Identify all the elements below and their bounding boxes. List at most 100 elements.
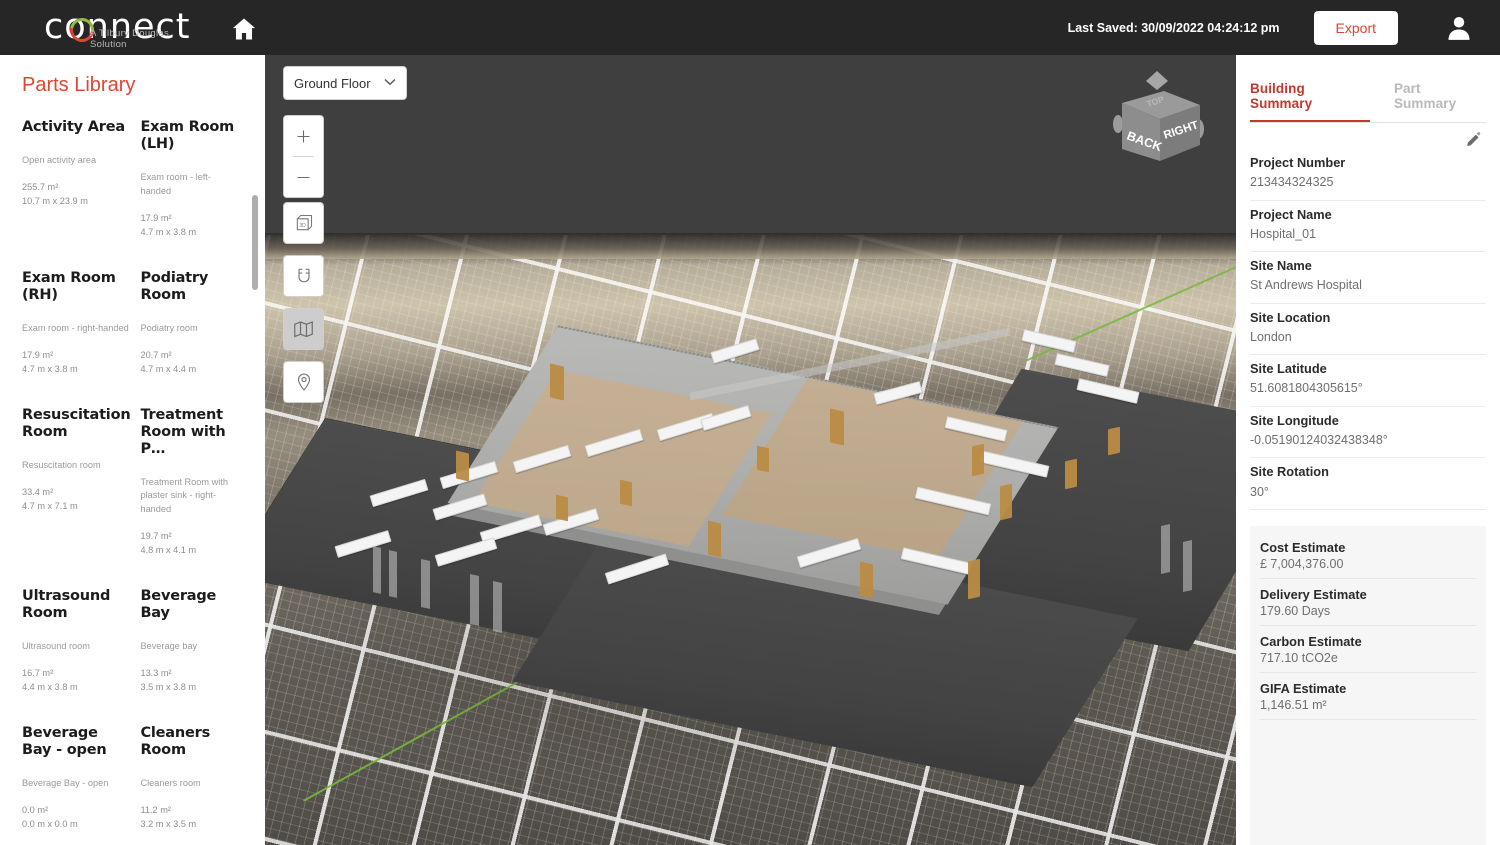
window-pane xyxy=(1161,524,1170,574)
toggle-3d-button[interactable]: 3D xyxy=(284,203,323,243)
part-description: Exam room - right-handed xyxy=(22,322,130,335)
part-dimensions: 4.8 m x 4.1 m xyxy=(140,544,237,558)
door xyxy=(1065,459,1077,490)
top-bar: connect A Tilbury Douglas Solution Last … xyxy=(0,0,1500,55)
field-label: Site Location xyxy=(1250,308,1486,327)
edit-row xyxy=(1250,123,1486,149)
edit-button[interactable] xyxy=(1465,130,1482,147)
part-name: Cleaners Room xyxy=(140,725,237,759)
zoom-out-button[interactable] xyxy=(284,157,323,197)
user-avatar-button[interactable] xyxy=(1444,13,1474,43)
estimate-carbon: Carbon Estimate 717.10 tCO2e xyxy=(1260,626,1476,673)
estimate-value: 1,146.51 m² xyxy=(1260,698,1476,712)
export-button[interactable]: Export xyxy=(1314,11,1398,45)
pin-tool-group xyxy=(283,361,324,403)
part-name: Podiatry Room xyxy=(140,270,237,304)
window-pane xyxy=(470,574,479,626)
zoom-in-icon xyxy=(295,128,312,145)
field-value[interactable]: 30° xyxy=(1250,483,1486,502)
part-dimensions: 4.4 m x 3.8 m xyxy=(22,681,130,695)
part-area: 17.9 m² xyxy=(140,212,237,226)
part-name: Beverage Bay - open xyxy=(22,725,130,759)
estimates-panel: Cost Estimate £ 7,004,376.00 Delivery Es… xyxy=(1250,526,1486,845)
field-value[interactable]: 213434324325 xyxy=(1250,173,1486,192)
window-pane xyxy=(493,581,502,633)
field-value[interactable]: -0.05190124032438348° xyxy=(1250,431,1486,450)
snap-magnet-button[interactable] xyxy=(284,256,323,296)
door xyxy=(708,520,721,557)
parts-library-sidebar: Parts Library Activity Area Open activit… xyxy=(0,55,265,845)
estimate-delivery: Delivery Estimate 179.60 Days xyxy=(1260,579,1476,626)
summary-tabs: Building Summary Part Summary xyxy=(1250,55,1486,123)
part-card[interactable]: Beverage Bay - open Beverage Bay - open … xyxy=(22,717,140,845)
door xyxy=(860,561,873,598)
summary-panel: Building Summary Part Summary Project Nu… xyxy=(1236,55,1500,845)
field-value[interactable]: 51.6081804305615° xyxy=(1250,379,1486,398)
part-description: Treatment Room with plaster sink - right… xyxy=(140,476,237,516)
zoom-in-button[interactable] xyxy=(284,116,323,156)
door xyxy=(968,559,980,600)
app-root: connect A Tilbury Douglas Solution Last … xyxy=(0,0,1500,845)
chevron-down-icon xyxy=(384,77,396,89)
estimate-cost: Cost Estimate £ 7,004,376.00 xyxy=(1260,532,1476,579)
home-icon xyxy=(229,15,259,43)
door xyxy=(1108,427,1120,456)
tab-building-summary[interactable]: Building Summary xyxy=(1250,81,1370,122)
floor-select[interactable]: Ground Floor xyxy=(283,66,407,100)
building-model[interactable] xyxy=(265,55,1236,845)
part-description: Beverage bay xyxy=(140,640,237,653)
field-site-longitude: Site Longitude -0.05190124032438348° xyxy=(1250,407,1486,459)
sidebar-scrollbar-thumb[interactable] xyxy=(252,195,258,290)
field-value[interactable]: London xyxy=(1250,328,1486,347)
field-value[interactable]: Hospital_01 xyxy=(1250,225,1486,244)
part-card[interactable]: Exam Room (RH) Exam room - right-handed … xyxy=(22,262,140,399)
part-dimensions: 10.7 m x 23.9 m xyxy=(22,195,130,209)
magnet-icon xyxy=(294,266,314,286)
sidebar-scrollbar[interactable] xyxy=(252,55,258,845)
last-saved-label: Last Saved: 30/09/2022 04:24:12 pm xyxy=(1068,21,1280,35)
estimate-value: 717.10 tCO2e xyxy=(1260,651,1476,665)
home-button[interactable] xyxy=(229,15,259,43)
door xyxy=(456,450,469,481)
view-cube[interactable]: BACK RIGHT TOP xyxy=(1102,69,1212,169)
part-dimensions: 4.7 m x 7.1 m xyxy=(22,500,130,514)
floor-select-value: Ground Floor xyxy=(294,76,371,91)
part-area: 33.4 m² xyxy=(22,486,130,500)
part-card[interactable]: Cleaners Room Cleaners room 11.2 m² 3.2 … xyxy=(140,717,247,845)
part-card[interactable]: Beverage Bay Beverage bay 13.3 m² 3.5 m … xyxy=(140,580,247,717)
estimate-value: £ 7,004,376.00 xyxy=(1260,557,1476,571)
part-card[interactable]: Exam Room (LH) Exam room - left-handed 1… xyxy=(140,111,247,262)
window-pane xyxy=(1183,540,1192,592)
brand-logo[interactable]: connect A Tilbury Douglas Solution xyxy=(44,10,191,45)
field-label: Site Latitude xyxy=(1250,359,1486,378)
part-card[interactable]: Resuscitation Room Resuscitation room 33… xyxy=(22,399,140,580)
window-pane xyxy=(389,550,397,598)
field-value[interactable]: St Andrews Hospital xyxy=(1250,276,1486,295)
part-area: 13.3 m² xyxy=(140,667,237,681)
location-pin-button[interactable] xyxy=(284,362,323,402)
part-dimensions: 0.0 m x 0.0 m xyxy=(22,818,130,832)
part-card[interactable]: Activity Area Open activity area 255.7 m… xyxy=(22,111,140,262)
part-card[interactable]: Treatment Room with P… Treatment Room wi… xyxy=(140,399,247,580)
field-site-rotation: Site Rotation 30° xyxy=(1250,458,1486,510)
room-label xyxy=(1021,329,1076,353)
part-card[interactable]: Podiatry Room Podiatry room 20.7 m² 4.7 … xyxy=(140,262,247,399)
door xyxy=(620,480,632,507)
top-bar-right: Last Saved: 30/09/2022 04:24:12 pm Expor… xyxy=(1068,11,1500,45)
parts-grid: Activity Area Open activity area 255.7 m… xyxy=(0,97,265,845)
field-project-name: Project Name Hospital_01 xyxy=(1250,201,1486,253)
estimate-value: 179.60 Days xyxy=(1260,604,1476,618)
view-cube-top-handle xyxy=(1146,71,1168,90)
part-name: Exam Room (LH) xyxy=(140,119,237,153)
view-cube-left-nub xyxy=(1113,115,1123,133)
door xyxy=(830,408,844,445)
estimate-label: Delivery Estimate xyxy=(1260,587,1476,602)
part-dimensions: 4.7 m x 3.8 m xyxy=(22,363,130,377)
field-label: Site Rotation xyxy=(1250,462,1486,481)
model-3d-viewport[interactable]: Ground Floor xyxy=(265,55,1236,845)
svg-text:3D: 3D xyxy=(299,223,306,229)
door xyxy=(757,446,769,473)
tab-part-summary[interactable]: Part Summary xyxy=(1394,81,1486,122)
part-card[interactable]: Ultrasound Room Ultrasound room 16.7 m² … xyxy=(22,580,140,717)
toggle-map-button[interactable] xyxy=(284,309,323,349)
